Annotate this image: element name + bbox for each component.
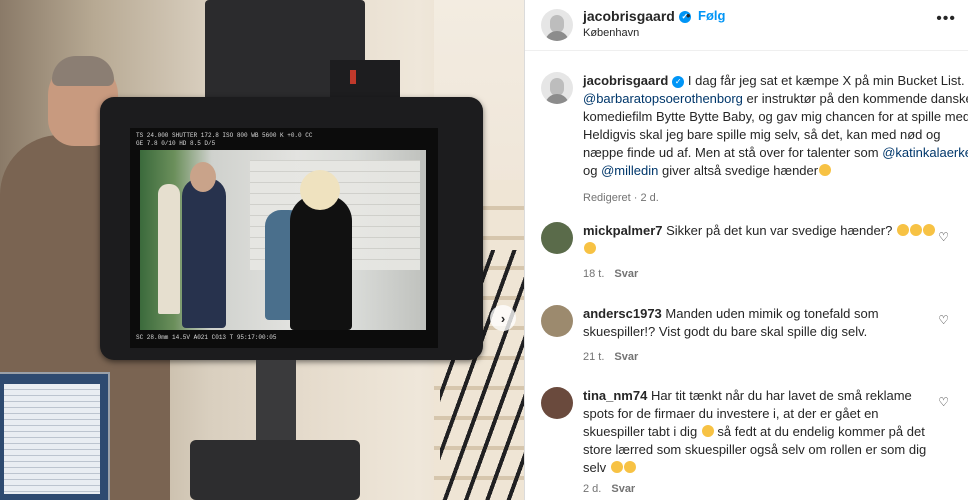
commenter-avatar[interactable] [541, 305, 573, 337]
mention-link[interactable]: @barbaratopsoerothenborg [583, 91, 743, 106]
like-heart-icon[interactable]: ♡ [938, 230, 949, 244]
comment-time: 21 t. [583, 351, 605, 363]
emoji-icon [896, 224, 909, 236]
like-heart-icon[interactable]: ♡ [938, 313, 949, 327]
sweat-smile-emoji-icon [819, 164, 832, 176]
reply-button[interactable]: Svar [611, 483, 635, 495]
laptop [0, 372, 110, 500]
more-options-icon[interactable]: ••• [936, 10, 956, 28]
follow-button[interactable]: Følg [698, 8, 725, 23]
mention-link[interactable]: @katinkalaerke [882, 145, 968, 160]
monitor-hud-row2: GE 7.8 0/10 HD 8.5 D/5 [136, 140, 216, 147]
monitor-hud-bottom: SC 28.0mm 14.5V A021 C013 T 95:17:00:05 [136, 334, 277, 341]
monitor-screen: TS 24.000 SHUTTER 172.8 ISO 800 WB 5600 … [130, 128, 438, 348]
emoji-icon [701, 425, 714, 437]
author-username[interactable]: jacobrisgaard [583, 8, 675, 24]
camera-tally-light [350, 70, 356, 84]
comment-time: 2 d. [583, 483, 602, 495]
avatar[interactable] [541, 9, 573, 41]
separator-dot: • [686, 8, 691, 23]
commenter-username[interactable]: mickpalmer7 [583, 223, 663, 238]
commenter-avatar[interactable] [541, 387, 573, 419]
caption-text: jacobrisgaard ✓ I dag får jeg sat et kæmp… [583, 72, 968, 207]
monitor-hud-top: TS 24.000 SHUTTER 172.8 ISO 800 WB 5600 … [136, 132, 313, 139]
next-photo-button[interactable]: › [490, 305, 516, 331]
caption-text-3: og [583, 163, 598, 178]
emoji-icon [922, 224, 935, 236]
reply-button[interactable]: Svar [614, 268, 638, 280]
monitor-scene [140, 150, 426, 330]
caption-avatar[interactable] [541, 72, 573, 104]
post-location[interactable]: København [583, 27, 639, 39]
comment-text: Sikker på det kun var svedige hænder? [666, 223, 893, 238]
caption-username[interactable]: jacobrisgaard [583, 73, 668, 88]
instagram-post-view: TS 24.000 SHUTTER 172.8 ISO 800 WB 5600 … [0, 0, 968, 500]
reply-button[interactable]: Svar [614, 351, 638, 363]
like-heart-icon[interactable]: ♡ [938, 395, 949, 409]
camera-battery [330, 60, 400, 100]
emoji-icon [584, 242, 596, 254]
emoji-icon [623, 461, 636, 473]
stand-base [190, 440, 360, 500]
commenter-username[interactable]: andersc1973 [583, 306, 662, 321]
commenter-username[interactable]: tina_nm74 [583, 388, 647, 403]
commenter-avatar[interactable] [541, 222, 573, 254]
chevron-right-icon: › [500, 310, 506, 326]
caption-text-1: I dag får jeg sat et kæmpe X på min Buck… [687, 73, 965, 88]
post-photo: TS 24.000 SHUTTER 172.8 ISO 800 WB 5600 … [0, 0, 524, 500]
mention-link[interactable]: @milledin [601, 163, 658, 178]
post-sidebar: jacobrisgaard ✓ • Følg København ••• jaco… [524, 0, 968, 500]
verified-icon: ✓ [672, 75, 685, 88]
thumbs-up-emoji-icon [610, 461, 623, 473]
emoji-icon [909, 224, 922, 236]
caption-text-4: giver altså svedige hænder [662, 163, 819, 178]
comment-time: 18 t. [583, 268, 605, 280]
post-header: jacobrisgaard ✓ • Følg København ••• [525, 0, 968, 51]
caption-edited-meta: Redigeret · 2 d. [583, 192, 659, 204]
